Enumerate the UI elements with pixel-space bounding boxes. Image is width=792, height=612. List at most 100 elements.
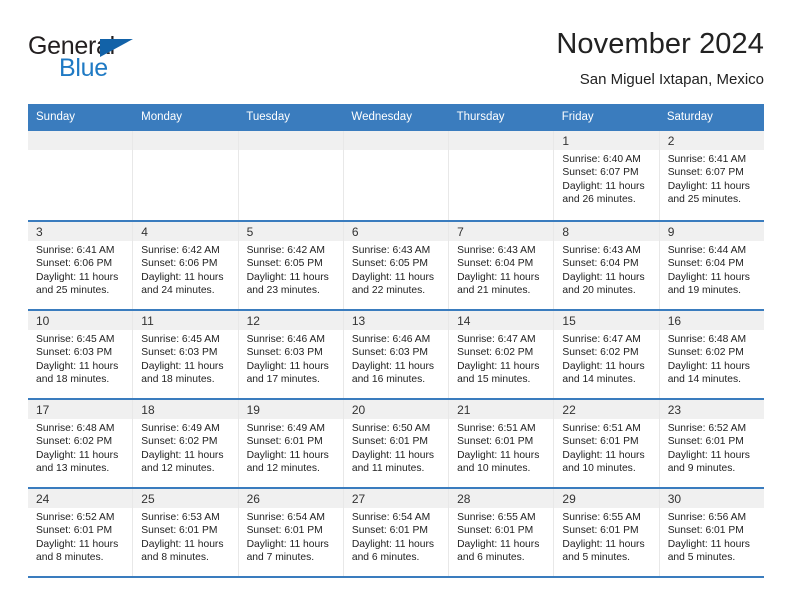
daylight-text: Daylight: 11 hours and 6 minutes. (457, 538, 540, 564)
day-number: 22 (554, 399, 659, 419)
calendar-page: General Blue November 2024 San Miguel Ix… (0, 0, 792, 612)
day-number: 9 (659, 221, 764, 241)
sunrise-text: Sunrise: 6:42 AM (246, 244, 325, 256)
sunrise-text: Sunrise: 6:47 AM (457, 333, 536, 345)
calendar-week-row: 10 Sunrise: 6:45 AM Sunset: 6:03 PM Dayligh… (28, 308, 764, 398)
day-number: 3 (28, 221, 133, 241)
day-number: 4 (133, 221, 238, 241)
sunset-text: Sunset: 6:01 PM (457, 436, 534, 448)
day-cell[interactable]: 2 Sunrise: 6:41 AM Sunset: 6:07 PM Daylight… (658, 130, 764, 220)
day-cell[interactable]: 5 Sunrise: 6:42 AM Sunset: 6:05 PM Daylight… (237, 221, 343, 309)
daylight-text: Daylight: 11 hours and 25 minutes. (36, 271, 119, 297)
day-number: 20 (343, 399, 449, 419)
day-cell[interactable]: 18 Sunrise: 6:49 AM Sunset: 6:02 PM Dayligh… (132, 399, 238, 487)
day-cell[interactable]: 22 Sunrise: 6:51 AM Sunset: 6:01 PM Dayligh… (553, 399, 659, 487)
day-sun-info: Sunrise: 6:51 AM Sunset: 6:01 PM Daylight:… (449, 419, 553, 476)
sunrise-text: Sunrise: 6:46 AM (351, 333, 431, 345)
day-cell[interactable]: 16 Sunrise: 6:48 AM Sunset: 6:02 PM Dayligh… (658, 310, 764, 398)
sunset-text: Sunset: 6:01 PM (351, 436, 428, 448)
day-cell[interactable]: 21 Sunrise: 6:51 AM Sunset: 6:01 PM Dayligh… (448, 399, 554, 487)
day-sun-info: Sunrise: 6:54 AM Sunset: 6:01 PM Daylight:… (239, 508, 343, 565)
day-cell[interactable]: 25 Sunrise: 6:53 AM Sunset: 6:01 PM Dayligh… (132, 488, 238, 576)
day-cell[interactable]: 27 Sunrise: 6:54 AM Sunset: 6:01 PM Dayligh… (342, 488, 449, 576)
day-cell[interactable]: 23 Sunrise: 6:52 AM Sunset: 6:01 PM Dayligh… (658, 399, 764, 487)
day-cell[interactable]: 12 Sunrise: 6:46 AM Sunset: 6:03 PM Dayligh… (237, 310, 343, 398)
day-cell-empty (237, 130, 343, 220)
day-cell[interactable]: 3 Sunrise: 6:41 AM Sunset: 6:06 PM Daylight… (28, 221, 133, 309)
day-cell[interactable]: 6 Sunrise: 6:43 AM Sunset: 6:05 PM Daylight… (342, 221, 449, 309)
sunset-text: Sunset: 6:03 PM (141, 347, 218, 359)
day-number: 11 (133, 310, 238, 330)
daylight-text: Daylight: 11 hours and 14 minutes. (562, 360, 645, 386)
day-sun-info: Sunrise: 6:53 AM Sunset: 6:01 PM Daylight:… (133, 508, 237, 565)
day-sun-info: Sunrise: 6:45 AM Sunset: 6:03 PM Daylight:… (28, 330, 132, 387)
sunrise-text: Sunrise: 6:41 AM (36, 244, 115, 256)
day-sun-info: Sunrise: 6:43 AM Sunset: 6:04 PM Daylight:… (449, 241, 553, 298)
sunrise-text: Sunrise: 6:52 AM (36, 511, 115, 523)
daylight-text: Daylight: 11 hours and 22 minutes. (351, 271, 435, 297)
sunset-text: Sunset: 6:05 PM (351, 258, 428, 270)
weekday-friday: Friday (561, 111, 594, 123)
day-number: 13 (343, 310, 449, 330)
day-cell[interactable]: 29 Sunrise: 6:55 AM Sunset: 6:01 PM Dayligh… (553, 488, 659, 576)
day-sun-info: Sunrise: 6:45 AM Sunset: 6:03 PM Daylight:… (133, 330, 237, 387)
daylight-text: Daylight: 11 hours and 20 minutes. (562, 271, 645, 297)
day-cell[interactable]: 20 Sunrise: 6:50 AM Sunset: 6:01 PM Dayligh… (342, 399, 449, 487)
sunset-text: Sunset: 6:01 PM (562, 436, 639, 448)
day-sun-info: Sunrise: 6:51 AM Sunset: 6:01 PM Daylight:… (554, 419, 658, 476)
day-number: 28 (449, 488, 554, 508)
sunset-text: Sunset: 6:01 PM (141, 525, 218, 537)
day-sun-info: Sunrise: 6:47 AM Sunset: 6:02 PM Daylight:… (449, 330, 553, 387)
sunrise-text: Sunrise: 6:55 AM (562, 511, 641, 523)
daylight-text: Daylight: 11 hours and 12 minutes. (246, 449, 329, 475)
day-cell[interactable]: 28 Sunrise: 6:55 AM Sunset: 6:01 PM Dayligh… (448, 488, 554, 576)
day-cell[interactable]: 4 Sunrise: 6:42 AM Sunset: 6:06 PM Daylight… (132, 221, 238, 309)
day-cell[interactable]: 17 Sunrise: 6:48 AM Sunset: 6:02 PM Dayligh… (28, 399, 133, 487)
day-number (133, 130, 238, 150)
calendar-week-row: 3 Sunrise: 6:41 AM Sunset: 6:06 PM Daylight… (28, 219, 764, 309)
daylight-text: Daylight: 11 hours and 10 minutes. (562, 449, 645, 475)
day-number: 7 (449, 221, 554, 241)
day-cell[interactable]: 15 Sunrise: 6:47 AM Sunset: 6:02 PM Dayligh… (553, 310, 659, 398)
day-cell[interactable]: 19 Sunrise: 6:49 AM Sunset: 6:01 PM Dayligh… (237, 399, 343, 487)
brand-logo[interactable]: General Blue (28, 28, 158, 82)
day-sun-info: Sunrise: 6:52 AM Sunset: 6:01 PM Daylight:… (28, 508, 132, 565)
sunset-text: Sunset: 6:02 PM (667, 347, 744, 359)
daylight-text: Daylight: 11 hours and 19 minutes. (667, 271, 750, 297)
calendar-week-row: 1 Sunrise: 6:40 AM Sunset: 6:07 PM Daylight… (28, 130, 764, 220)
daylight-text: Daylight: 11 hours and 5 minutes. (562, 538, 645, 564)
day-cell[interactable]: 1 Sunrise: 6:40 AM Sunset: 6:07 PM Daylight… (553, 130, 659, 220)
daylight-text: Daylight: 11 hours and 14 minutes. (667, 360, 750, 386)
day-cell[interactable]: 11 Sunrise: 6:45 AM Sunset: 6:03 PM Dayligh… (132, 310, 238, 398)
day-cell[interactable]: 8 Sunrise: 6:43 AM Sunset: 6:04 PM Daylight… (553, 221, 659, 309)
day-cell[interactable]: 14 Sunrise: 6:47 AM Sunset: 6:02 PM Dayligh… (448, 310, 554, 398)
day-sun-info: Sunrise: 6:49 AM Sunset: 6:02 PM Daylight:… (133, 419, 237, 476)
day-number: 1 (554, 130, 659, 150)
sunrise-text: Sunrise: 6:43 AM (351, 244, 431, 256)
brand-name-blue: Blue (59, 54, 108, 82)
daylight-text: Daylight: 11 hours and 10 minutes. (457, 449, 540, 475)
day-cell[interactable]: 26 Sunrise: 6:54 AM Sunset: 6:01 PM Dayligh… (237, 488, 343, 576)
daylight-text: Daylight: 11 hours and 17 minutes. (246, 360, 329, 386)
daylight-text: Daylight: 11 hours and 15 minutes. (457, 360, 540, 386)
day-cell[interactable]: 30 Sunrise: 6:56 AM Sunset: 6:01 PM Dayligh… (658, 488, 764, 576)
daylight-text: Daylight: 11 hours and 21 minutes. (457, 271, 540, 297)
sunrise-text: Sunrise: 6:43 AM (562, 244, 641, 256)
calendar-week-row: 24 Sunrise: 6:52 AM Sunset: 6:01 PM Dayligh… (28, 486, 764, 576)
day-cell[interactable]: 7 Sunrise: 6:43 AM Sunset: 6:04 PM Daylight… (448, 221, 554, 309)
sunrise-text: Sunrise: 6:53 AM (141, 511, 220, 523)
day-cell[interactable]: 10 Sunrise: 6:45 AM Sunset: 6:03 PM Dayligh… (28, 310, 133, 398)
sunset-text: Sunset: 6:04 PM (667, 258, 744, 270)
daylight-text: Daylight: 11 hours and 18 minutes. (36, 360, 119, 386)
day-cell[interactable]: 24 Sunrise: 6:52 AM Sunset: 6:01 PM Dayligh… (28, 488, 133, 576)
day-sun-info: Sunrise: 6:42 AM Sunset: 6:05 PM Daylight:… (239, 241, 343, 298)
sunset-text: Sunset: 6:01 PM (457, 525, 534, 537)
day-cell[interactable]: 9 Sunrise: 6:44 AM Sunset: 6:04 PM Daylight… (658, 221, 764, 309)
sunrise-text: Sunrise: 6:44 AM (667, 244, 747, 256)
sunrise-text: Sunrise: 6:45 AM (141, 333, 220, 345)
sunset-text: Sunset: 6:06 PM (36, 258, 113, 270)
day-number: 16 (659, 310, 764, 330)
day-sun-info: Sunrise: 6:55 AM Sunset: 6:01 PM Daylight:… (449, 508, 553, 565)
day-cell[interactable]: 13 Sunrise: 6:46 AM Sunset: 6:03 PM Dayligh… (342, 310, 449, 398)
page-header: General Blue November 2024 San Miguel Ix… (0, 0, 792, 104)
